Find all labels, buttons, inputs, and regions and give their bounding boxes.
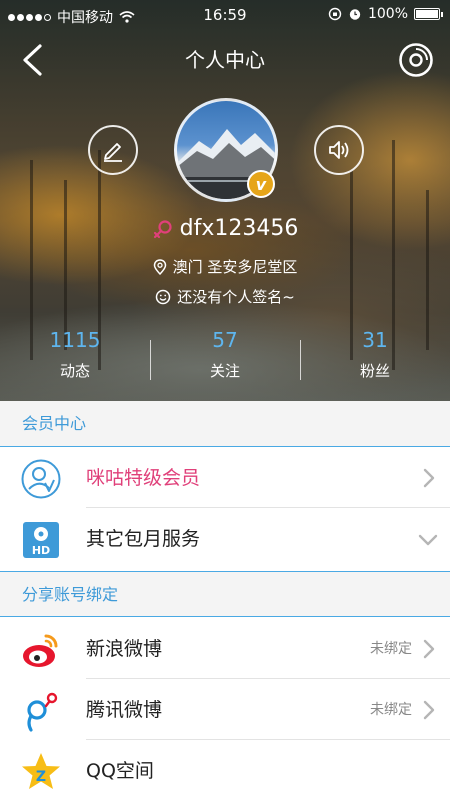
edit-profile-button[interactable]: [88, 125, 138, 175]
stat-label: 动态: [59, 362, 90, 380]
chevron-down-icon: [418, 534, 438, 546]
smiley-icon: [155, 289, 171, 304]
hd-service-icon: HD: [23, 522, 59, 558]
gender-female-icon: [153, 219, 172, 238]
list-item-label: 咪咕特级会员: [86, 467, 201, 489]
chevron-right-icon: [423, 468, 435, 488]
alarm-icon: [349, 9, 361, 20]
music-disc-icon[interactable]: [398, 42, 434, 78]
row-divider: [86, 507, 450, 508]
stat-value: 57: [212, 328, 238, 352]
battery-icon: [414, 8, 443, 20]
list-item-label: 腾讯微博: [86, 699, 163, 721]
stat-value: 1115: [49, 328, 101, 352]
stat-label: 粉丝: [359, 362, 390, 380]
status-bar: 中国移动 16:59 100%: [0, 0, 450, 30]
list-item-monthly-services[interactable]: HD 其它包月服务: [0, 509, 450, 569]
chevron-right-icon: [423, 639, 435, 659]
row-divider: [86, 739, 450, 740]
list-item-qzone[interactable]: Z QQ空间: [0, 741, 450, 799]
tencent-weibo-icon: [27, 692, 58, 732]
list-item-label: QQ空间: [86, 760, 154, 782]
pencil-icon: [104, 143, 122, 162]
location-row: 澳门 圣安多尼堂区: [0, 256, 450, 277]
list-item-sina-weibo[interactable]: 新浪微博 未绑定: [0, 619, 450, 679]
row-divider: [86, 678, 450, 679]
stat-divider: [150, 340, 151, 380]
speaker-icon: [329, 141, 349, 159]
bind-status: 未绑定: [370, 702, 412, 718]
vip-member-icon: [21, 459, 61, 499]
stat-value: 31: [362, 328, 388, 352]
list-item-migu-vip[interactable]: 咪咕特级会员: [0, 448, 450, 508]
location-pin-icon: [153, 258, 166, 275]
stat-posts[interactable]: 1115 动态: [0, 326, 150, 386]
section-header-member: 会员中心: [0, 401, 450, 447]
chevron-right-icon: [423, 700, 435, 720]
username: dfx123456: [179, 216, 299, 241]
sina-weibo-icon: [23, 634, 58, 667]
page-title: 个人中心: [185, 48, 265, 72]
battery-percent: 100%: [367, 6, 408, 22]
list-item-tencent-weibo[interactable]: 腾讯微博 未绑定: [0, 680, 450, 740]
signature-text: 还没有个人签名~: [177, 288, 295, 306]
svg-text:Z: Z: [36, 769, 46, 785]
svg-text:HD: HD: [32, 544, 50, 557]
stat-followers[interactable]: 31 粉丝: [300, 326, 450, 386]
username-row: dfx123456: [0, 216, 450, 241]
location-text: 澳门 圣安多尼堂区: [172, 258, 298, 276]
stat-label: 关注: [209, 362, 240, 380]
vip-badge: v: [247, 170, 275, 198]
stat-divider: [300, 340, 301, 380]
sound-button[interactable]: [314, 125, 364, 175]
qzone-icon: Z: [22, 753, 60, 789]
list-item-label: 其它包月服务: [86, 528, 201, 550]
signature-row: 还没有个人签名~: [0, 286, 450, 307]
stats-bar: 1115 动态 57 关注 31 粉丝: [0, 326, 450, 386]
rotation-lock-icon: [328, 7, 342, 21]
list-item-label: 新浪微博: [86, 638, 163, 660]
bind-status: 未绑定: [370, 641, 412, 657]
stat-following[interactable]: 57 关注: [150, 326, 300, 386]
profile-header: 中国移动 16:59 100% 个人中心 v dfx123456 澳门 圣安多尼…: [0, 0, 450, 401]
section-header-share: 分享账号绑定: [0, 571, 450, 617]
